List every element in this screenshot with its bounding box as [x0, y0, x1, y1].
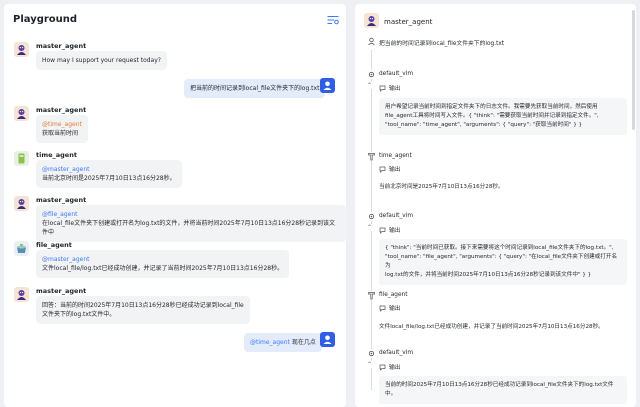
sender-name: master_agent: [36, 287, 87, 295]
message-text: 回答：当前的时间2025年7月10日13点16分28秒已经成功记录到local_…: [42, 302, 244, 309]
message-text: 把当前的时间记录到local_file文件夹下的log.txt: [190, 85, 320, 92]
sender-name: master_agent: [36, 106, 87, 114]
message-text: 现在几点: [291, 339, 316, 346]
agent-avatar: [14, 42, 29, 57]
chat-bubble-icon: [379, 227, 386, 234]
agent-avatar: [364, 13, 379, 28]
playground-panel: Playground master_agent How may I suppor…: [4, 4, 346, 407]
step-output: 当前的时间2025年7月10日13点16分28秒已经成功记录到local_fil…: [379, 376, 627, 404]
agent-avatar: [14, 287, 29, 302]
gear-icon: [367, 70, 376, 79]
sender-name: time_agent: [36, 151, 77, 159]
step-label: default_vlm: [379, 213, 413, 219]
sender-name: master_agent: [36, 42, 87, 50]
chevron-up-icon[interactable]: ⌃: [367, 361, 373, 368]
chevron-up-icon[interactable]: ⌃: [367, 224, 373, 231]
chat-bubble-icon: [379, 166, 386, 173]
output-label: 输出: [389, 228, 401, 234]
output-text: 用户希望记录当前时间到指定文件夹下的日志文件。我需要先获取当前时间，然后使用: [385, 104, 598, 110]
trace-title: master_agent: [384, 18, 433, 26]
tool-avatar: [14, 241, 29, 256]
chat-bubble-icon: [379, 305, 386, 312]
agent-message: How may I support your request today?: [36, 51, 167, 70]
output-toggle[interactable]: 输出: [379, 83, 401, 92]
user-avatar: [320, 332, 335, 347]
message-text: 文件local_file/log.txt已经成功创建，并记录了当前时间2025年…: [42, 265, 284, 272]
agent-avatar: [14, 106, 29, 121]
hammer-icon: [367, 152, 376, 161]
page-title: Playground: [13, 14, 78, 25]
step-output: 文件local_file/log.txt已经成功创建，并记录了当前时间2025年…: [379, 324, 604, 330]
output-label: 输出: [389, 365, 401, 371]
mention-tag[interactable]: @time_agent: [250, 339, 290, 346]
message-text: 在local_file文件夹下创建或打开名为log.txt的文件，并将当前时间2…: [42, 220, 336, 236]
output-toggle[interactable]: 输出: [379, 303, 401, 312]
step-label: default_vlm: [379, 71, 413, 77]
agent-message: @file_agent 在local_file文件夹下创建或打开名为log.tx…: [36, 205, 346, 242]
mention-tag[interactable]: @time_agent: [42, 120, 82, 129]
message-text: 获取当前时间: [42, 130, 79, 137]
output-label: 输出: [389, 167, 401, 173]
mention-tag[interactable]: @file_agent: [42, 210, 340, 219]
user-icon: [368, 37, 375, 46]
chat-bubble-icon: [379, 364, 386, 371]
output-label: 输出: [389, 306, 401, 312]
user-message: 把当前的时间记录到local_file文件夹下的log.txt: [184, 79, 326, 98]
user-avatar: [320, 78, 335, 93]
step-label: default_vlm: [379, 350, 413, 356]
step-output: 用户希望记录当前时间到指定文件夹下的日志文件。我需要先获取当前时间，然后使用 f…: [379, 98, 627, 135]
agent-message: @master_agent 当前北京时间是2025年7月10日13点16分28秒…: [36, 160, 182, 188]
sender-name: file_agent: [36, 241, 72, 249]
message-text: 当前北京时间是2025年7月10日13点16分28秒。: [42, 175, 176, 182]
agent-message: 回答：当前的时间2025年7月10日13点16分28秒已经成功记录到local_…: [36, 296, 250, 324]
output-label: 输出: [389, 86, 401, 92]
chevron-up-icon[interactable]: ⌃: [367, 82, 373, 89]
agent-message: @time_agent 获取当前时间: [36, 115, 88, 143]
output-text: 当前的时间2025年7月10日13点16分28秒已经成功记录到local_fil…: [385, 382, 614, 397]
trace-input: 把当前的时间记录到local_file文件夹下的log.txt: [379, 41, 505, 47]
output-text: { "think": "当前时间已获取。接下来需要将这个时间记录到local_f…: [385, 245, 614, 251]
mention-tag[interactable]: @master_agent: [42, 255, 283, 264]
tool-avatar: [14, 151, 29, 166]
step-output: 当前北京时间是2025年7月10日13点16分28秒。: [379, 184, 504, 190]
scrollbar[interactable]: [632, 10, 635, 130]
gear-icon: [367, 349, 376, 358]
message-text: How may I support your request today?: [42, 57, 161, 64]
output-toggle[interactable]: 输出: [379, 225, 401, 234]
hammer-icon: [367, 291, 376, 300]
output-toggle[interactable]: 输出: [379, 362, 401, 371]
output-text: "tool_name": "file_agent", "arguments": …: [385, 254, 618, 269]
message-text: 文件夹下的log.txt文件中。: [42, 311, 116, 318]
output-text: file_agent工具将时间写入文件。{ "think": "需要获取当前时间…: [385, 113, 599, 119]
output-text: log.txt的文件，并将当前时间2025年7月10日13点16分28秒记录到该…: [385, 272, 592, 278]
trace-panel: master_agent 把当前的时间记录到local_file文件夹下的log…: [355, 4, 636, 407]
agent-avatar: [14, 196, 29, 211]
user-message: @time_agent 现在几点: [244, 333, 322, 352]
gear-icon: [367, 212, 376, 221]
output-toggle[interactable]: 输出: [379, 164, 401, 173]
step-output: { "think": "当前时间已获取。接下来需要将这个时间记录到local_f…: [379, 239, 627, 285]
sender-name: master_agent: [36, 196, 87, 204]
settings-sliders-icon[interactable]: [327, 15, 339, 25]
mention-tag[interactable]: @master_agent: [42, 165, 176, 174]
agent-message: @master_agent 文件local_file/log.txt已经成功创建…: [36, 250, 290, 278]
chat-bubble-icon: [379, 85, 386, 92]
output-text: "tool_name": "time_agent", "arguments": …: [385, 122, 583, 128]
step-label: file_agent: [379, 292, 408, 298]
step-label: time_agent: [379, 153, 412, 159]
